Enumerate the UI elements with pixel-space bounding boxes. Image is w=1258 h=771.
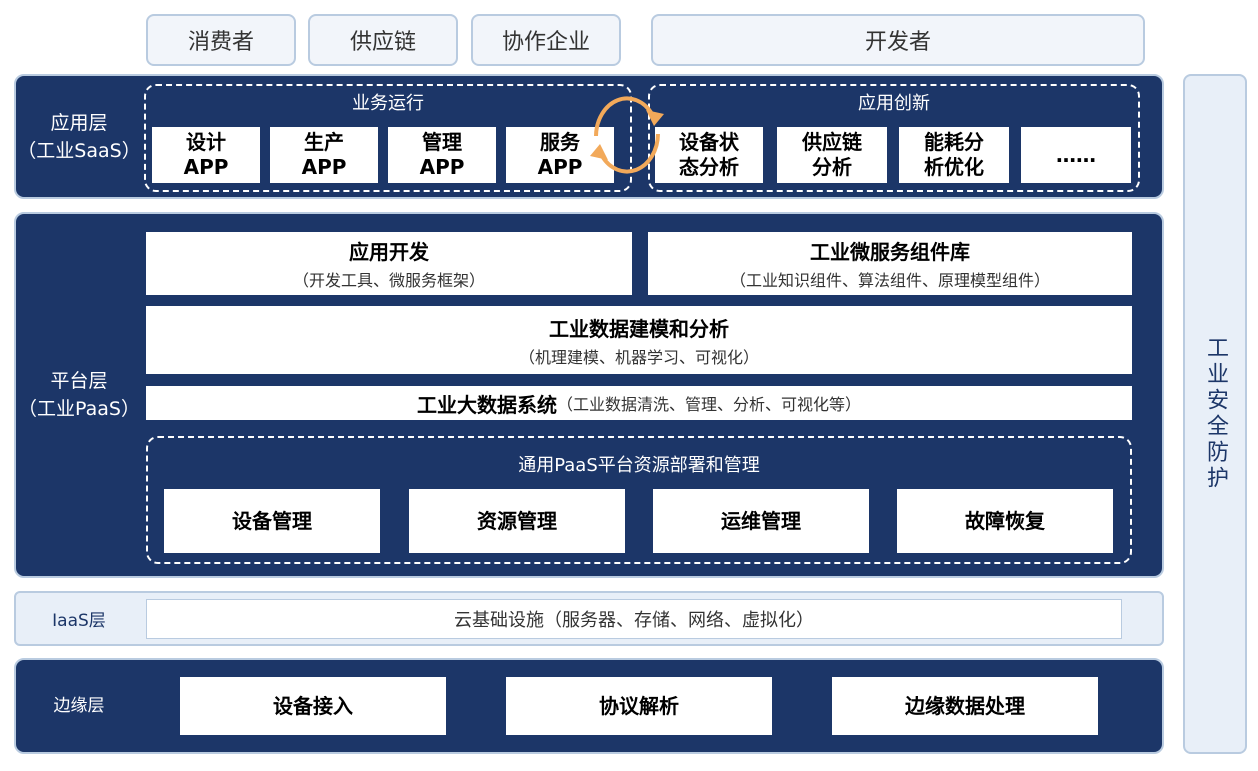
iaas-layer-label: IaaS层 <box>52 611 106 631</box>
app-innovation-title: 应用创新 <box>858 93 930 114</box>
microservice-sub: （工业知识组件、算法组件、原理模型组件） <box>729 271 1050 290</box>
resource-management-card: 资源管理 <box>409 489 625 553</box>
big-data-title: 工业大数据系统 <box>416 392 557 417</box>
top-box-developer: 开发者 <box>651 14 1145 66</box>
top-box-supply-chain: 供应链 <box>308 14 458 66</box>
paas-label-line1: 平台层 <box>50 370 108 392</box>
microservice-library-card: 工业微服务组件库 （工业知识组件、算法组件、原理模型组件） <box>648 232 1132 295</box>
edge-layer-label: 边缘层 <box>53 696 105 716</box>
data-modeling-sub: （机理建模、机器学习、可视化） <box>518 347 759 367</box>
fault-recovery-card: 故障恢复 <box>897 489 1113 553</box>
more-card: …… <box>1021 127 1131 183</box>
cloud-infrastructure-box: 云基础设施（服务器、存储、网络、虚拟化） <box>146 599 1122 639</box>
industrial-security-bar: 工业安全防护 <box>1183 74 1247 754</box>
energy-optimization-card: 能耗分 析优化 <box>899 127 1009 183</box>
device-access-card: 设备接入 <box>180 677 446 735</box>
general-paas-title: 通用PaaS平台资源部署和管理 <box>518 455 760 476</box>
saas-label-line1: 应用层 <box>50 112 108 134</box>
microservice-title: 工业微服务组件库 <box>810 240 970 264</box>
app-dev-title: 应用开发 <box>349 240 429 264</box>
paas-label-line2: （工业PaaS） <box>18 398 140 420</box>
data-modeling-title: 工业数据建模和分析 <box>549 316 729 341</box>
big-data-system-card: 工业大数据系统 （工业数据清洗、管理、分析、可视化等） <box>146 386 1132 420</box>
top-box-partner: 协作企业 <box>471 14 621 66</box>
ops-management-card: 运维管理 <box>653 489 869 553</box>
production-app-card: 生产 APP <box>270 127 378 183</box>
design-app-card: 设计 APP <box>152 127 260 183</box>
protocol-parsing-card: 协议解析 <box>506 677 772 735</box>
big-data-sub: （工业数据清洗、管理、分析、可视化等） <box>556 395 861 414</box>
business-run-title: 业务运行 <box>352 93 424 114</box>
cycle-arrows-icon <box>590 96 664 174</box>
app-dev-card: 应用开发 （开发工具、微服务框架） <box>146 232 632 295</box>
saas-layer-label: 应用层 （工业SaaS） <box>14 106 144 168</box>
device-management-card: 设备管理 <box>164 489 380 553</box>
top-box-consumer: 消费者 <box>146 14 296 66</box>
data-modeling-card: 工业数据建模和分析 （机理建模、机器学习、可视化） <box>146 306 1132 374</box>
app-dev-sub: （开发工具、微服务框架） <box>292 271 485 290</box>
paas-layer-label: 平台层 （工业PaaS） <box>14 364 144 426</box>
saas-label-line2: （工业SaaS） <box>17 140 141 162</box>
supply-chain-analysis-card: 供应链 分析 <box>777 127 887 183</box>
management-app-card: 管理 APP <box>388 127 496 183</box>
edge-data-processing-card: 边缘数据处理 <box>832 677 1098 735</box>
